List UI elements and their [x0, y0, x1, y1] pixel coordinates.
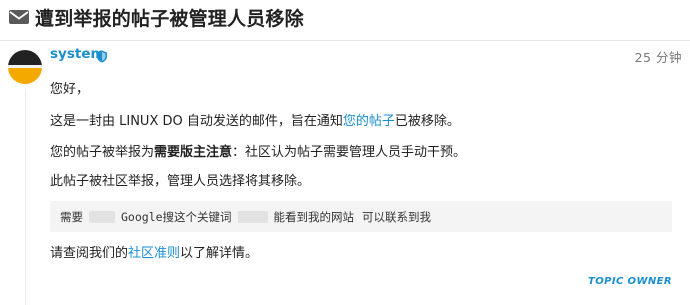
- shield-icon: [96, 48, 108, 63]
- flag-text-end: ：社区认为帖子需要管理人员手动干预。: [232, 145, 467, 160]
- redacted-block: [89, 211, 115, 223]
- guidelines-text-end: 以了解详情。: [180, 246, 259, 261]
- quote-part: Google搜这个关键词: [121, 210, 232, 224]
- quote-part: 能看到我的网站: [273, 210, 355, 224]
- notice-text: 这是一封由 LINUX DO 自动发送的邮件，旨在通知: [50, 114, 343, 129]
- quoted-post-content: 需要 Google搜这个关键词 能看到我的网站 可以联系到我: [50, 201, 672, 232]
- quote-part: 需要: [60, 210, 83, 224]
- your-post-link[interactable]: 您的帖子: [343, 114, 395, 129]
- flag-type: 需要版主注意: [154, 145, 233, 160]
- post-greeting: 您好，: [50, 82, 90, 97]
- thread-line: [25, 90, 26, 305]
- post-paragraph-guidelines: 请查阅我们的社区准则以了解详情。: [50, 244, 258, 264]
- envelope-icon: [8, 8, 30, 26]
- post-paragraph-notice: 这是一封由 LINUX DO 自动发送的邮件，旨在通知您的帖子已被移除。: [50, 112, 460, 132]
- topic-title[interactable]: 遭到举报的帖子被管理人员移除: [35, 4, 304, 31]
- topic-header: 遭到举报的帖子被管理人员移除: [8, 4, 304, 30]
- avatar[interactable]: [8, 50, 42, 84]
- redacted-block: [237, 211, 268, 223]
- notice-text-end: 已被移除。: [394, 114, 460, 129]
- post-paragraph-removed: 此帖子被社区举报，管理人员选择将其移除。: [50, 174, 311, 189]
- community-guidelines-link[interactable]: 社区准则: [128, 246, 180, 261]
- flag-text: 您的帖子被举报为: [50, 145, 155, 160]
- guidelines-text: 请查阅我们的: [50, 246, 129, 261]
- header-divider: [0, 40, 690, 41]
- post-paragraph-flag-reason: 您的帖子被举报为需要版主注意：社区认为帖子需要管理人员手动干预。: [50, 143, 466, 163]
- quote-part: 可以联系到我: [362, 210, 432, 224]
- topic-owner-badge: TOPIC OWNER: [587, 276, 672, 287]
- quoted-text: 需要 Google搜这个关键词 能看到我的网站 可以联系到我: [60, 207, 431, 227]
- post-date[interactable]: 25 分钟: [635, 47, 682, 66]
